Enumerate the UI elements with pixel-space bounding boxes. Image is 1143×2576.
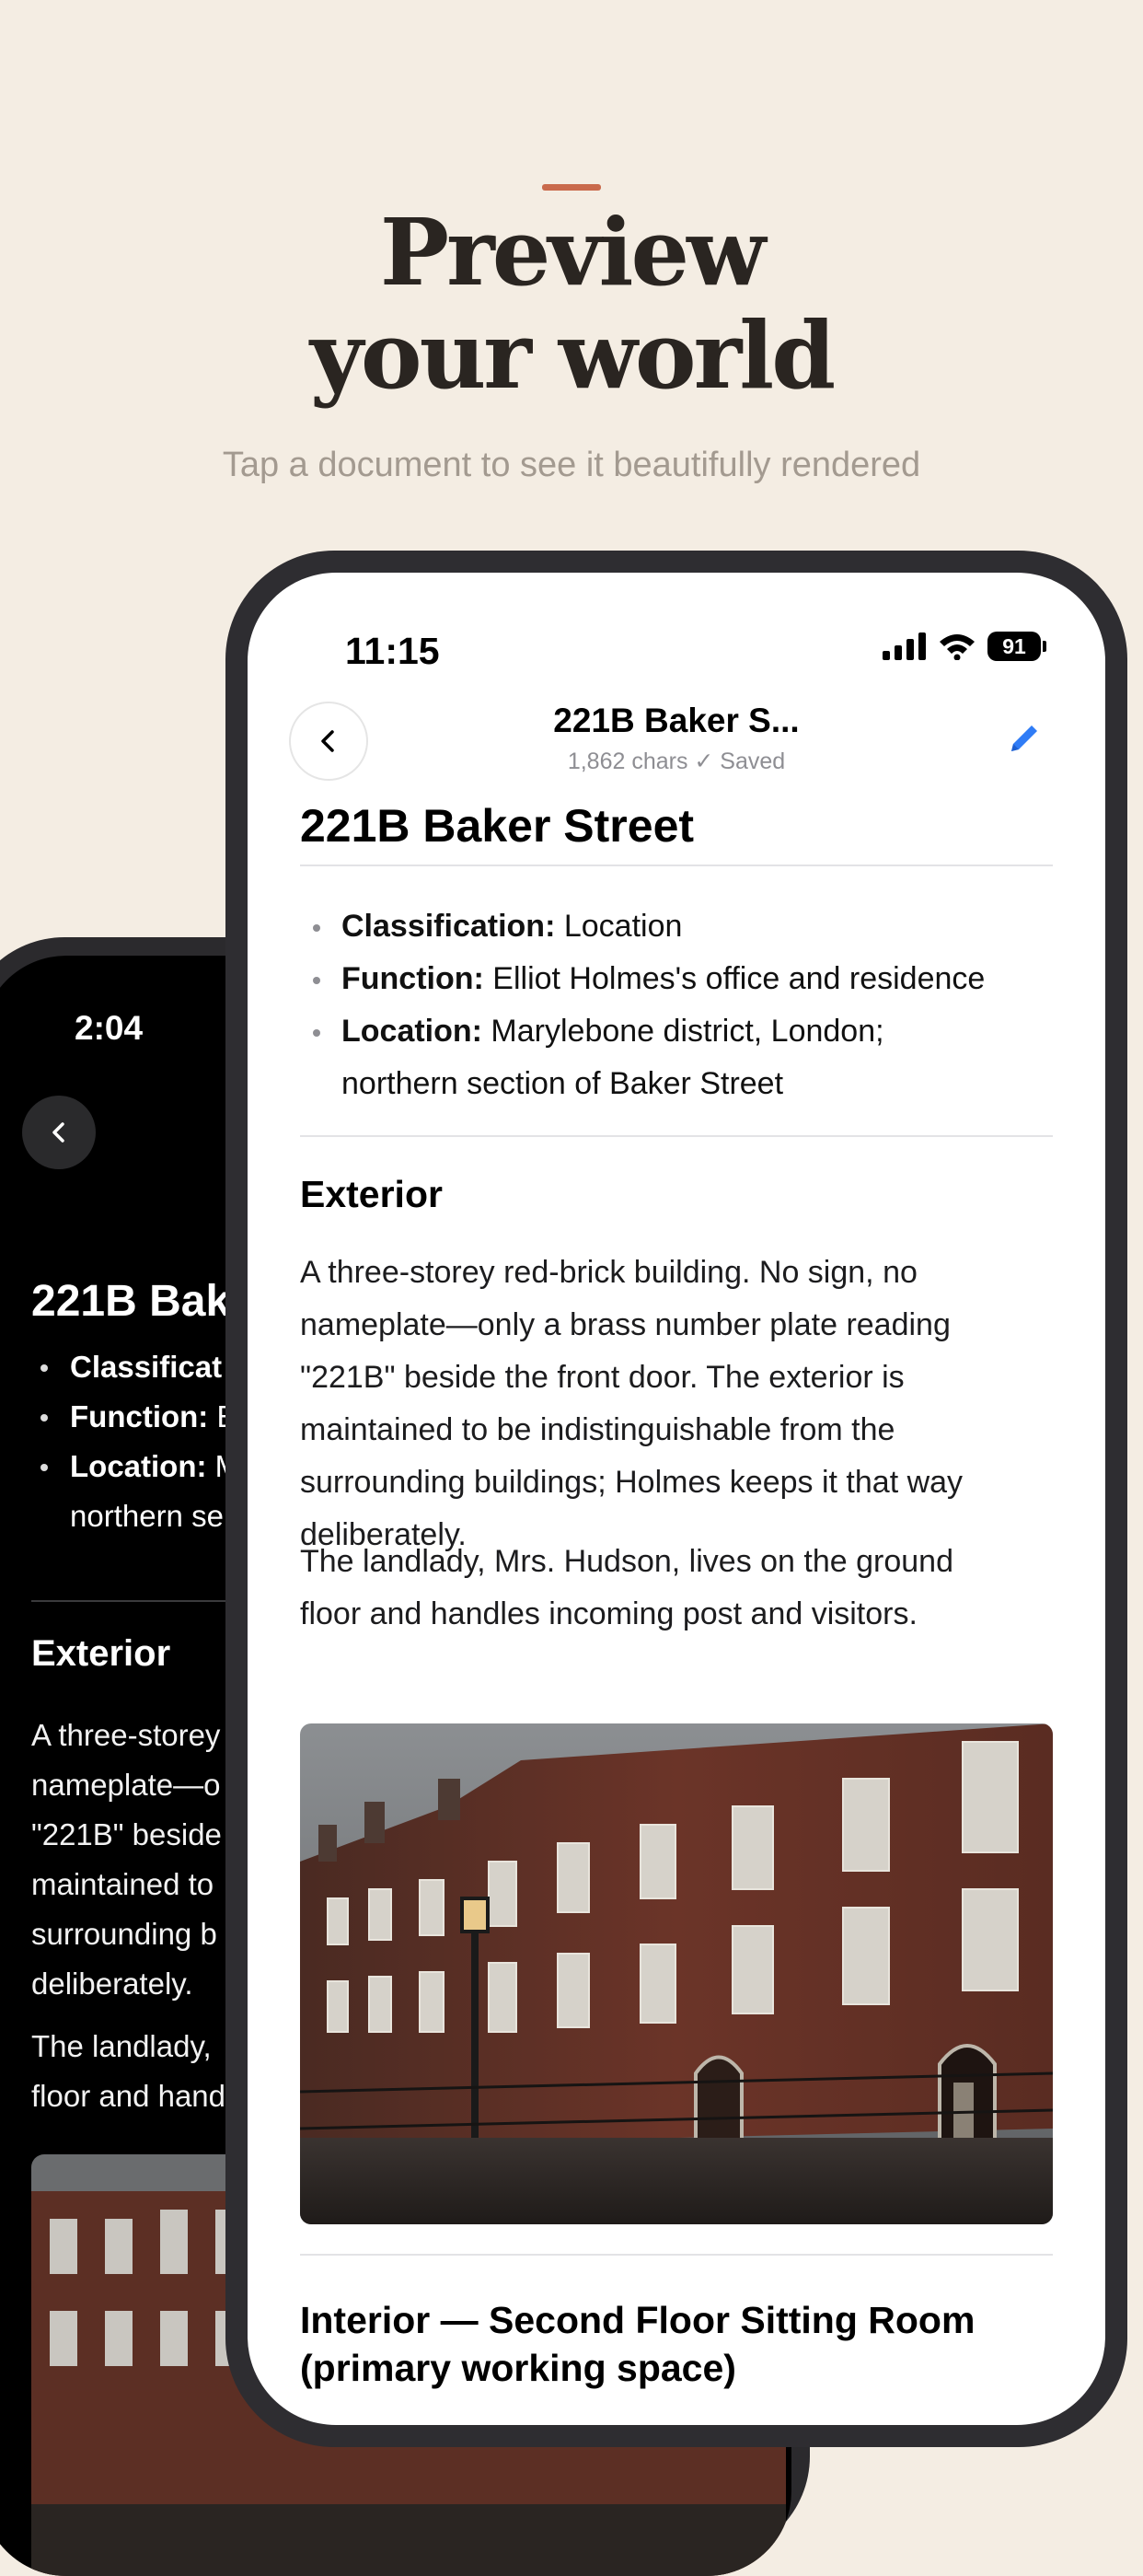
- divider: [300, 864, 1053, 866]
- list-item-label: Function:: [341, 961, 484, 996]
- battery-nub: [1043, 641, 1046, 652]
- nav-title: 221B Baker S...: [553, 702, 800, 739]
- list-item-value: Marylebone district, London;: [481, 1014, 884, 1049]
- hero-title: Preview your world: [0, 201, 1143, 407]
- list-item-label: Classificat: [70, 1350, 223, 1384]
- list-item: Classificat: [31, 1342, 240, 1392]
- status-time: 2:04: [75, 1009, 144, 1047]
- doc-title: 221B Baker Street: [300, 800, 695, 852]
- divider: [300, 1135, 1053, 1137]
- hero-subtitle: Tap a document to see it beautifully ren…: [222, 446, 921, 484]
- phone-light-screen: 11:15 91 221B Baker S... 1,862 chars ✓ S…: [248, 573, 1105, 2425]
- list-item-label: Location:: [70, 1449, 207, 1483]
- list-item-value: Elliot Holmes's office and residence: [483, 961, 986, 996]
- chevron-left-icon: [52, 1122, 64, 1143]
- building-photo: [300, 1723, 1053, 2224]
- section-heading: Exterior: [31, 1633, 171, 1674]
- list-item: Function: Elliot Holmes's office and res…: [300, 953, 1053, 1005]
- wifi-icon: [940, 634, 975, 660]
- info-list: Classificat Function: E Location: M nort…: [31, 1342, 240, 1541]
- phone-light-mockup: 11:15 91 221B Baker S... 1,862 chars ✓ S…: [225, 551, 1127, 2447]
- info-list: Classification: Location Function: Ellio…: [300, 900, 1053, 1110]
- paragraph: A three-storey red-brick building. No si…: [300, 1255, 964, 1552]
- paragraph: The landlady, Mrs. Hudson, lives on the …: [300, 1544, 953, 1631]
- cellular-signal-icon: [883, 632, 926, 660]
- list-item-label: Function:: [70, 1399, 209, 1433]
- hero-title-line2: your world: [309, 301, 836, 410]
- pencil-icon[interactable]: [1004, 718, 1045, 759]
- section-heading-interior: Interior — Second Floor Sitting Room (pr…: [300, 2299, 976, 2389]
- list-item: Location: Marylebone district, London;: [300, 1005, 1053, 1058]
- accent-bar: [542, 184, 601, 191]
- status-icons: 91: [883, 632, 1046, 661]
- list-item-continuation: northern se: [70, 1499, 224, 1533]
- list-item: Classification: Location: [300, 900, 1053, 953]
- nav-subtitle: 1,862 chars ✓ Saved: [567, 748, 786, 774]
- section-heading-exterior: Exterior: [300, 1173, 443, 1215]
- divider: [300, 2254, 1053, 2256]
- hero-title-line1: Preview: [379, 198, 766, 307]
- back-button[interactable]: [22, 1096, 96, 1169]
- doc-title: 221B Bake: [31, 1277, 255, 1326]
- list-item: Function: E: [31, 1392, 240, 1442]
- list-item: Location: M: [31, 1442, 240, 1491]
- list-item-label: Location:: [341, 1014, 482, 1049]
- status-time: 11:15: [345, 630, 440, 672]
- list-item-label: Classification:: [341, 909, 556, 944]
- battery-indicator: 91: [987, 632, 1041, 661]
- list-item-value: Location: [555, 909, 683, 944]
- list-item-continuation: northern section of Baker Street: [341, 1066, 784, 1101]
